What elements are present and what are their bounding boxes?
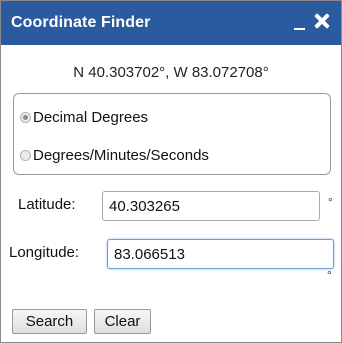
minimize-icon[interactable]	[291, 11, 309, 31]
radio-degrees-minutes-seconds[interactable]: Degrees/Minutes/Seconds	[20, 144, 209, 166]
coordinate-readout: N 40.303702°, W 83.072708°	[73, 64, 269, 81]
latitude-degree-symbol: °	[328, 195, 333, 209]
radio-label-decimal-degrees: Decimal Degrees	[33, 108, 149, 126]
title-bar: Coordinate Finder	[1, 1, 341, 45]
radio-decimal-degrees[interactable]: Decimal Degrees	[20, 106, 148, 128]
latitude-label: Latitude:	[18, 196, 76, 213]
longitude-label: Longitude:	[9, 244, 80, 261]
longitude-degree-symbol: °	[327, 268, 332, 282]
radio-button-unselected[interactable]	[20, 149, 31, 161]
close-icon[interactable]	[314, 13, 330, 29]
coordinate-finder-panel: Coordinate Finder N 40.303702°, W 83.072…	[0, 0, 342, 343]
format-options-box: Decimal Degrees Degrees/Minutes/Seconds	[13, 93, 331, 175]
window-title: Coordinate Finder	[11, 14, 151, 31]
longitude-input[interactable]	[107, 239, 334, 269]
search-button[interactable]: Search	[12, 309, 87, 334]
radio-button-selected[interactable]	[20, 111, 31, 123]
radio-label-dms: Degrees/Minutes/Seconds	[33, 146, 209, 164]
latitude-input[interactable]	[102, 191, 320, 221]
clear-button[interactable]: Clear	[94, 309, 151, 334]
